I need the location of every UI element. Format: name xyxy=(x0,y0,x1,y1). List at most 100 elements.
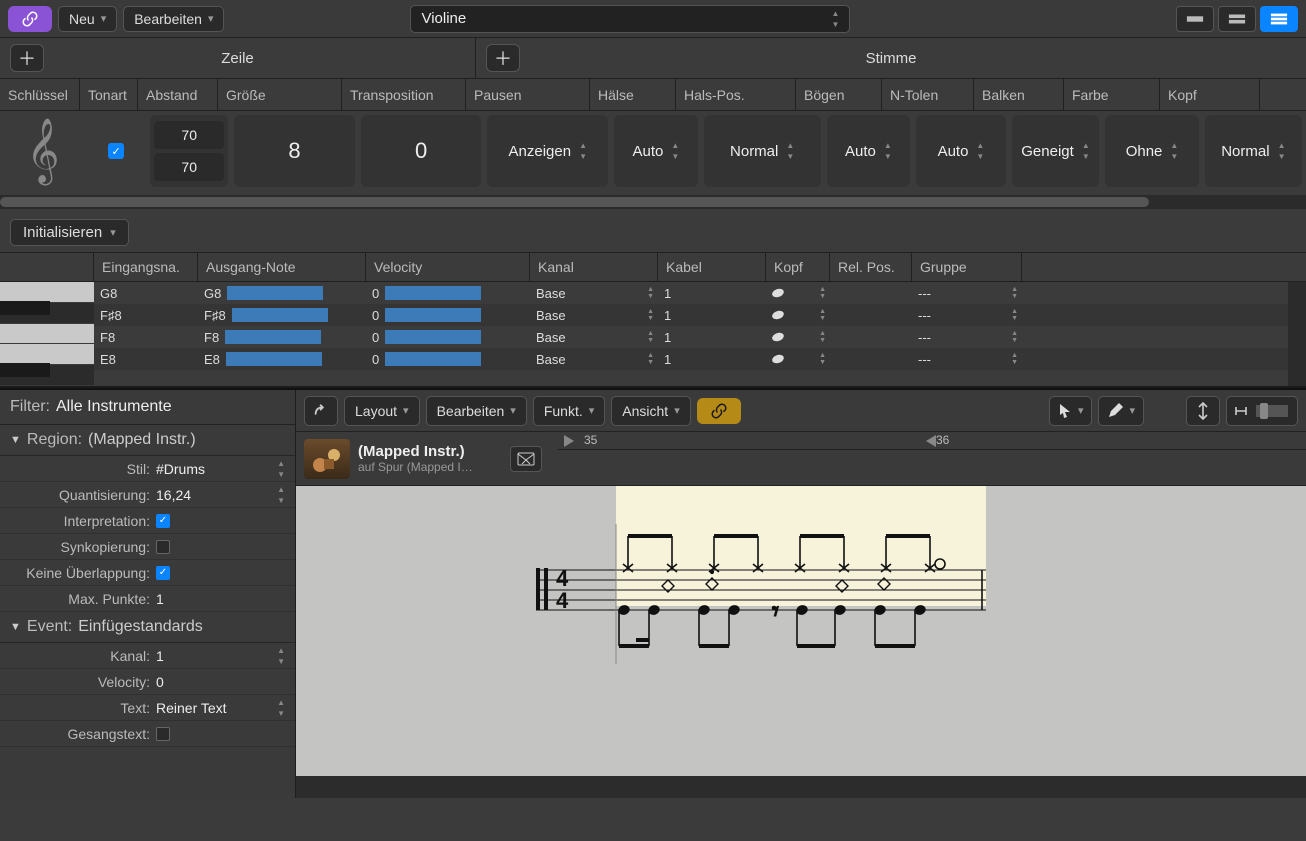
cell-kabel[interactable]: 1 xyxy=(658,330,766,345)
playhead-icon[interactable] xyxy=(564,435,574,447)
filter-bar[interactable]: Filter: Alle Instrumente xyxy=(0,390,295,425)
pencil-tool[interactable]: ▾ xyxy=(1098,396,1144,426)
cell-kanal[interactable]: Base▲▼ xyxy=(530,308,658,323)
row-kanal[interactable]: Kanal:1▲▼ xyxy=(0,643,295,669)
vzoom-button[interactable] xyxy=(1186,396,1220,426)
hdr-ausgang[interactable]: Ausgang-Note xyxy=(198,253,366,281)
view-mode-1[interactable] xyxy=(1176,6,1214,32)
table-row[interactable]: G8G80Base▲▼1▲▼---▲▼ xyxy=(94,282,1288,304)
interp-checkbox[interactable]: ✓ xyxy=(156,514,170,528)
hdr-eingang[interactable]: Eingangsna. xyxy=(94,253,198,281)
score-hscroll[interactable] xyxy=(296,776,1306,798)
cell-kanal[interactable]: Base▲▼ xyxy=(530,352,658,367)
clef-cell[interactable]: 𝄞 xyxy=(4,123,82,179)
cell-velocity[interactable]: 0 xyxy=(366,286,530,301)
hierarchy-up-button[interactable] xyxy=(304,396,338,426)
initialize-menu[interactable]: Initialisieren▾ xyxy=(10,219,129,246)
pointer-tool[interactable]: ▾ xyxy=(1049,396,1093,426)
row-lyric[interactable]: Gesangstext: xyxy=(0,721,295,747)
ansicht-menu[interactable]: Ansicht▾ xyxy=(611,396,690,426)
cell-velocity[interactable]: 0 xyxy=(366,330,530,345)
score-bearbeiten-menu[interactable]: Bearbeiten▾ xyxy=(426,396,527,426)
overlap-checkbox[interactable]: ✓ xyxy=(156,566,170,580)
abstand-top[interactable]: 70 xyxy=(154,121,224,149)
notation-area[interactable]: 4 4 xyxy=(296,486,1306,776)
cell-kopf[interactable]: ▲▼ xyxy=(766,289,830,297)
synk-checkbox[interactable] xyxy=(156,540,170,554)
cell-kabel[interactable]: 1 xyxy=(658,352,766,367)
ntolen-cell[interactable]: Auto▲▼ xyxy=(916,115,1006,187)
tonart-checkbox[interactable]: ✓ xyxy=(108,143,124,159)
row-overlap[interactable]: Keine Überlappung:✓ xyxy=(0,560,295,586)
abstand-cell[interactable]: 7070 xyxy=(150,115,228,187)
bearbeiten-menu[interactable]: Bearbeiten▾ xyxy=(123,6,224,32)
hdr-velocity[interactable]: Velocity xyxy=(366,253,530,281)
cell-gruppe[interactable]: ---▲▼ xyxy=(912,352,1022,367)
view-mode-2[interactable] xyxy=(1218,6,1256,32)
cell-ausgang[interactable]: F♯8 xyxy=(198,308,366,323)
lyric-checkbox[interactable] xyxy=(156,727,170,741)
cell-kopf[interactable]: ▲▼ xyxy=(766,333,830,341)
pausen-cell[interactable]: Anzeigen▲▼ xyxy=(487,115,608,187)
table-row[interactable]: F♯8F♯80Base▲▼1▲▼---▲▼ xyxy=(94,304,1288,326)
row-velocity[interactable]: Velocity:0 xyxy=(0,669,295,695)
view-mode-3[interactable] xyxy=(1260,6,1298,32)
neu-menu[interactable]: Neu▾ xyxy=(58,6,117,32)
cell-kabel[interactable]: 1 xyxy=(658,308,766,323)
add-stimme-button[interactable]: ＋ xyxy=(486,44,520,72)
cell-gruppe[interactable]: ---▲▼ xyxy=(912,308,1022,323)
balken-cell[interactable]: Geneigt▲▼ xyxy=(1012,115,1100,187)
envelope-button[interactable] xyxy=(510,446,542,472)
link-button[interactable] xyxy=(8,6,52,32)
abstand-bottom[interactable]: 70 xyxy=(154,153,224,181)
instrument-select[interactable]: Violine ▲▼ xyxy=(410,5,850,33)
cell-ausgang[interactable]: G8 xyxy=(198,286,366,301)
mapping-vscroll[interactable] xyxy=(1288,282,1306,386)
hdr-kopf[interactable]: Kopf xyxy=(766,253,830,281)
cell-velocity[interactable]: 0 xyxy=(366,308,530,323)
row-maxp[interactable]: Max. Punkte:1 xyxy=(0,586,295,612)
cell-kanal[interactable]: Base▲▼ xyxy=(530,286,658,301)
cell-kabel[interactable]: 1 xyxy=(658,286,766,301)
cell-kopf[interactable]: ▲▼ xyxy=(766,311,830,319)
hscroll-top[interactable] xyxy=(0,195,1306,209)
transposition-cell[interactable]: 0 xyxy=(361,115,482,187)
hdr-gruppe[interactable]: Gruppe xyxy=(912,253,1022,281)
event-label: Event: xyxy=(27,618,72,636)
scrollbar-thumb[interactable] xyxy=(0,197,1149,207)
row-synk[interactable]: Synkopierung: xyxy=(0,534,295,560)
funkt-menu[interactable]: Funkt.▾ xyxy=(533,396,605,426)
hdr-relpos[interactable]: Rel. Pos. xyxy=(830,253,912,281)
add-zeile-button[interactable]: ＋ xyxy=(10,44,44,72)
event-header[interactable]: ▼ Event: Einfügestandards xyxy=(0,612,295,643)
cell-ausgang[interactable]: E8 xyxy=(198,352,366,367)
cell-kopf[interactable]: ▲▼ xyxy=(766,355,830,363)
locator-icon[interactable] xyxy=(926,435,936,447)
row-interp[interactable]: Interpretation:✓ xyxy=(0,508,295,534)
row-text[interactable]: Text:Reiner Text▲▼ xyxy=(0,695,295,721)
groesse-cell[interactable]: 8 xyxy=(234,115,355,187)
cell-gruppe[interactable]: ---▲▼ xyxy=(912,286,1022,301)
haelse-cell[interactable]: Auto▲▼ xyxy=(614,115,698,187)
cell-ausgang[interactable]: F8 xyxy=(198,330,366,345)
hzoom-slider[interactable] xyxy=(1226,396,1298,426)
ruler[interactable]: 35 36 xyxy=(558,432,1306,450)
tonart-cell[interactable]: ✓ xyxy=(88,143,144,159)
score-link-button[interactable] xyxy=(697,398,741,424)
boegen-cell[interactable]: Auto▲▼ xyxy=(827,115,911,187)
halspos-cell[interactable]: Normal▲▼ xyxy=(704,115,821,187)
row-stil[interactable]: Stil:#Drums▲▼ xyxy=(0,456,295,482)
kopf-cell[interactable]: Normal▲▼ xyxy=(1205,115,1302,187)
region-header[interactable]: ▼ Region: (Mapped Instr.) xyxy=(0,425,295,456)
row-quant[interactable]: Quantisierung:16,24▲▼ xyxy=(0,482,295,508)
hdr-kanal[interactable]: Kanal xyxy=(530,253,658,281)
layout-menu[interactable]: Layout▾ xyxy=(344,396,420,426)
cell-kanal[interactable]: Base▲▼ xyxy=(530,330,658,345)
hdr-kabel[interactable]: Kabel xyxy=(658,253,766,281)
table-row[interactable]: E8E80Base▲▼1▲▼---▲▼ xyxy=(94,348,1288,370)
farbe-cell[interactable]: Ohne▲▼ xyxy=(1105,115,1198,187)
table-row[interactable]: F8F80Base▲▼1▲▼---▲▼ xyxy=(94,326,1288,348)
cell-gruppe[interactable]: ---▲▼ xyxy=(912,330,1022,345)
cell-velocity[interactable]: 0 xyxy=(366,352,530,367)
piano-keys[interactable] xyxy=(0,282,94,386)
